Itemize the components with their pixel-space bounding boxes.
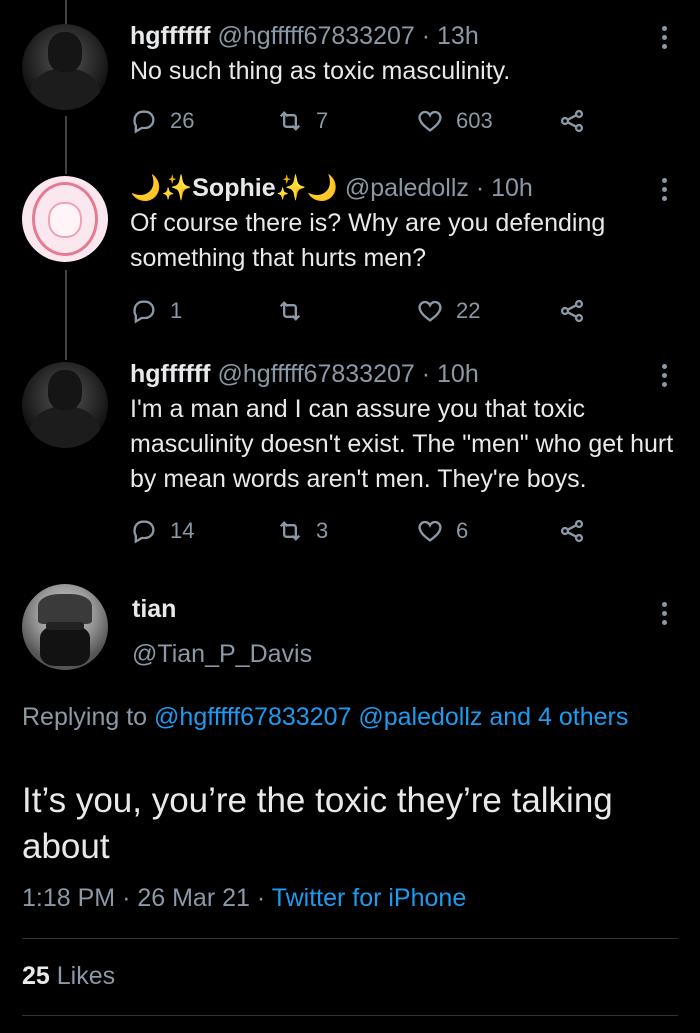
divider [22, 1015, 678, 1016]
separator: · [475, 174, 485, 202]
like-icon [418, 300, 442, 322]
like-icon [418, 110, 442, 132]
display-name[interactable]: 🌙✨Sophie✨🌙 [130, 174, 338, 202]
tweet-header: 🌙✨Sophie✨🌙 @paledollz · 10h [130, 172, 533, 204]
tweet[interactable]: 🌙✨Sophie✨🌙 @paledollz · 10h Of course th… [0, 172, 700, 332]
tweet-text: No such thing as toxic masculinity. [130, 57, 511, 85]
share-icon [560, 299, 584, 323]
reply-button[interactable]: 14 [130, 516, 194, 546]
user-handle[interactable]: @paledollz [345, 174, 469, 202]
replying-to: Replying to @hgfffff67833207 @paledollz … [22, 700, 662, 735]
timestamp[interactable]: 10h [491, 174, 533, 202]
reply-icon [133, 110, 155, 134]
separator: · [421, 22, 431, 50]
share-icon [560, 519, 584, 543]
tweet-header: hgffffff @hgfffff67833207 · 10h [130, 358, 479, 390]
share-icon [560, 109, 584, 133]
like-button[interactable]: 603 [416, 106, 493, 136]
like-icon [418, 520, 442, 542]
post-date[interactable]: 26 Mar 21 [137, 884, 250, 912]
like-count: 603 [456, 108, 493, 133]
reply-icon [133, 520, 155, 544]
retweet-icon [279, 521, 301, 541]
divider [22, 938, 678, 939]
timestamp[interactable]: 10h [437, 360, 479, 388]
tweet-meta: 1:18 PM · 26 Mar 21 · Twitter for iPhone [22, 884, 466, 913]
avatar[interactable] [22, 176, 108, 262]
retweet-icon [279, 111, 301, 131]
more-icon[interactable] [656, 364, 672, 391]
action-bar: 14 3 6 [130, 516, 610, 546]
likes-summary[interactable]: 25 Likes [22, 962, 115, 991]
separator: · [421, 360, 431, 388]
separator: · [256, 884, 266, 912]
display-name[interactable]: tian [132, 595, 176, 624]
more-icon[interactable] [656, 26, 672, 53]
more-icon[interactable] [656, 178, 672, 205]
separator: · [122, 884, 131, 912]
tweet[interactable]: hgffffff @hgfffff67833207 · 13h No such … [0, 20, 700, 150]
replying-prefix: Replying to [22, 703, 148, 731]
reply-button[interactable]: 26 [130, 106, 194, 136]
tweet-text: I'm a man and I can assure you that toxi… [130, 395, 674, 493]
like-button[interactable]: 6 [416, 516, 468, 546]
tweet-header: hgffffff @hgfffff67833207 · 13h [130, 20, 479, 52]
retweet-button[interactable]: 7 [276, 106, 328, 136]
avatar[interactable] [22, 584, 108, 670]
source-link[interactable]: Twitter for iPhone [272, 884, 467, 912]
retweet-count: 3 [316, 518, 329, 543]
avatar[interactable] [22, 362, 108, 448]
retweet-icon [279, 301, 301, 321]
retweet-button[interactable] [276, 296, 304, 326]
likes-count: 25 [22, 962, 50, 990]
share-button[interactable] [558, 516, 586, 546]
like-count: 22 [456, 298, 481, 323]
reply-count: 1 [170, 298, 183, 323]
more-icon[interactable] [656, 602, 672, 629]
likes-label: Likes [56, 962, 116, 990]
display-name[interactable]: hgffffff [130, 360, 211, 388]
reply-count: 14 [170, 518, 195, 543]
like-button[interactable]: 22 [416, 296, 480, 326]
tweet[interactable]: hgffffff @hgfffff67833207 · 10h I'm a ma… [0, 358, 700, 558]
post-time[interactable]: 1:18 PM [22, 884, 115, 912]
tweet-text: Of course there is? Why are you defendin… [130, 209, 606, 272]
user-handle[interactable]: @hgfffff67833207 [217, 360, 414, 388]
retweet-count: 7 [316, 108, 329, 133]
action-bar: 26 7 603 [130, 106, 610, 136]
timestamp[interactable]: 13h [437, 22, 479, 50]
tweet-text: It’s you, you’re the toxic they’re talki… [22, 781, 613, 866]
mention-link[interactable]: @paledollz [358, 703, 482, 731]
share-button[interactable] [558, 106, 586, 136]
user-handle[interactable]: @Tian_P_Davis [132, 640, 312, 669]
like-count: 6 [456, 518, 469, 543]
reply-icon [133, 300, 155, 324]
avatar[interactable] [22, 24, 108, 110]
reply-count: 26 [170, 108, 195, 133]
retweet-button[interactable]: 3 [276, 516, 328, 546]
others-link[interactable]: and 4 others [489, 703, 628, 731]
share-button[interactable] [558, 296, 586, 326]
display-name[interactable]: hgffffff [130, 22, 211, 50]
reply-button[interactable]: 1 [130, 296, 182, 326]
mention-link[interactable]: @hgfffff67833207 [154, 703, 351, 731]
action-bar: 1 22 [130, 296, 610, 326]
user-handle[interactable]: @hgfffff67833207 [217, 22, 414, 50]
